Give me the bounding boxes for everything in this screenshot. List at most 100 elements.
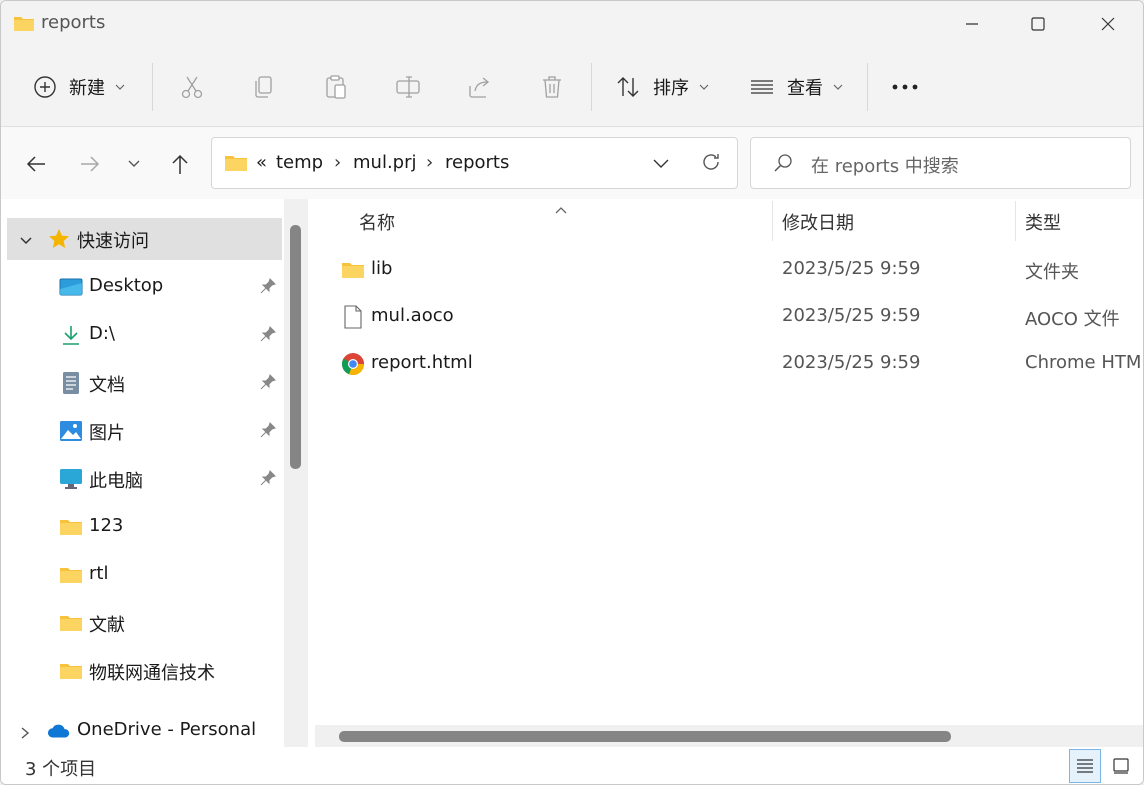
picture-icon (59, 419, 83, 443)
arrow-right-icon (81, 156, 100, 172)
nav-quick-access-label: 快速访问 (77, 231, 149, 252)
pin-icon (259, 421, 279, 441)
back-button[interactable] (21, 149, 51, 179)
nav-item-folder-iot[interactable]: 物联网通信技术 (1, 650, 283, 692)
breadcrumb-separator[interactable]: › (426, 152, 433, 173)
nav-item-label: 物联网通信技术 (89, 663, 215, 684)
arrow-up-icon (172, 154, 188, 174)
chevron-down-icon[interactable] (19, 232, 33, 253)
nav-item-onedrive[interactable]: OneDrive - Personal (1, 710, 283, 752)
column-header-name[interactable]: 名称 (359, 209, 395, 235)
copy-icon (255, 76, 272, 98)
share-button[interactable] (467, 61, 493, 113)
chevron-down-icon (833, 84, 843, 90)
close-button[interactable] (1073, 1, 1143, 47)
file-explorer-window: reports 新建 排序 查看 « temp › mul.prj › repo… (0, 0, 1144, 785)
folder-icon (59, 563, 83, 587)
divider (152, 63, 153, 111)
view-label: 查看 (787, 78, 823, 99)
nav-item-folder-references[interactable]: 文献 (1, 602, 283, 644)
nav-item-label: D:\ (89, 323, 115, 344)
nav-scrollbar-thumb[interactable] (290, 225, 301, 469)
folder-icon (59, 659, 83, 683)
column-header-type[interactable]: 类型 (1025, 209, 1061, 235)
up-button[interactable] (165, 149, 195, 179)
file-row[interactable]: report.html 2023/5/25 9:59 Chrome HTML (313, 341, 1144, 387)
search-placeholder: 在 reports 中搜索 (811, 156, 959, 177)
address-dropdown-chevron-icon[interactable] (652, 154, 670, 177)
chevron-right-icon[interactable] (19, 724, 31, 745)
status-bar: 3 个项目 (1, 747, 1143, 784)
recent-locations-button[interactable] (119, 149, 149, 179)
breadcrumb-mul-prj[interactable]: mul.prj (353, 152, 417, 173)
column-header-modified[interactable]: 修改日期 (782, 209, 854, 235)
copy-button[interactable] (251, 61, 277, 113)
breadcrumb-temp[interactable]: temp (276, 152, 323, 173)
search-box[interactable]: 在 reports 中搜索 (750, 137, 1131, 189)
nav-item-label: 此电脑 (89, 471, 143, 492)
maximize-button[interactable] (1003, 1, 1073, 47)
file-list: 名称 修改日期 类型 lib 2023/5/25 9:59 文件夹 mul.ao… (313, 199, 1144, 747)
nav-item-label: Desktop (89, 275, 164, 296)
divider (591, 63, 592, 111)
trash-icon (543, 76, 561, 98)
file-date: 2023/5/25 9:59 (782, 305, 921, 326)
file-date: 2023/5/25 9:59 (782, 352, 921, 373)
delete-button[interactable] (539, 61, 565, 113)
file-type: AOCO 文件 (1025, 309, 1120, 330)
nav-item-documents[interactable]: 文档 (1, 362, 283, 404)
rename-button[interactable] (395, 61, 421, 113)
tiles-view-button[interactable] (1105, 749, 1137, 783)
nav-item-this-pc[interactable]: 此电脑 (1, 458, 283, 500)
file-type: Chrome HTML (1025, 352, 1144, 373)
download-arrow-icon (59, 323, 83, 347)
nav-quick-access[interactable]: 快速访问 (7, 218, 282, 260)
more-options-button[interactable] (891, 61, 919, 113)
title-bar: reports (1, 1, 1143, 47)
refresh-icon[interactable] (700, 151, 722, 178)
plus-circle-icon (34, 76, 56, 98)
file-type: 文件夹 (1025, 262, 1079, 283)
minimize-button[interactable] (937, 1, 1007, 47)
nav-item-folder-123[interactable]: 123 (1, 506, 283, 548)
column-divider[interactable] (1015, 201, 1016, 241)
file-row[interactable]: lib 2023/5/25 9:59 文件夹 (313, 247, 1143, 293)
chevron-down-icon (128, 160, 140, 167)
new-button[interactable]: 新建 (33, 61, 125, 113)
arrow-left-icon (26, 156, 45, 172)
chevron-down-icon (699, 84, 709, 90)
sort-button[interactable]: 排序 (615, 61, 709, 113)
column-divider[interactable] (772, 201, 773, 241)
breadcrumb-overflow[interactable]: « (256, 152, 267, 173)
paste-button[interactable] (323, 61, 349, 113)
folder-icon (59, 611, 83, 635)
nav-item-d-drive[interactable]: D:\ (1, 314, 283, 356)
cut-button[interactable] (179, 61, 205, 113)
navigation-row: « temp › mul.prj › reports 在 reports 中搜索 (1, 127, 1143, 199)
tiles-view-icon (1113, 758, 1129, 774)
sort-ascending-caret-icon (554, 199, 568, 220)
forward-button[interactable] (75, 149, 105, 179)
horizontal-scrollbar-thumb[interactable] (339, 731, 951, 742)
view-button[interactable]: 查看 (749, 61, 843, 113)
details-view-button[interactable] (1069, 749, 1101, 783)
nav-item-label: 图片 (89, 423, 125, 444)
file-row[interactable]: mul.aoco 2023/5/25 9:59 AOCO 文件 (313, 294, 1143, 340)
nav-item-label: rtl (89, 563, 109, 584)
breadcrumb-separator[interactable]: › (334, 152, 341, 173)
sort-label: 排序 (653, 78, 689, 99)
address-bar[interactable]: « temp › mul.prj › reports (211, 137, 738, 189)
item-count: 3 个项目 (25, 759, 97, 780)
nav-item-pictures[interactable]: 图片 (1, 410, 283, 452)
file-name: mul.aoco (371, 305, 454, 326)
file-icon (341, 305, 365, 329)
computer-icon (59, 467, 83, 491)
breadcrumb-reports[interactable]: reports (445, 152, 509, 173)
nav-onedrive-label: OneDrive - Personal (77, 719, 257, 740)
maximize-icon (1031, 17, 1045, 31)
chrome-icon (341, 352, 365, 376)
file-name: lib (371, 258, 393, 279)
cloud-icon (47, 719, 71, 743)
nav-item-folder-rtl[interactable]: rtl (1, 554, 283, 596)
nav-item-desktop[interactable]: Desktop (1, 266, 283, 308)
